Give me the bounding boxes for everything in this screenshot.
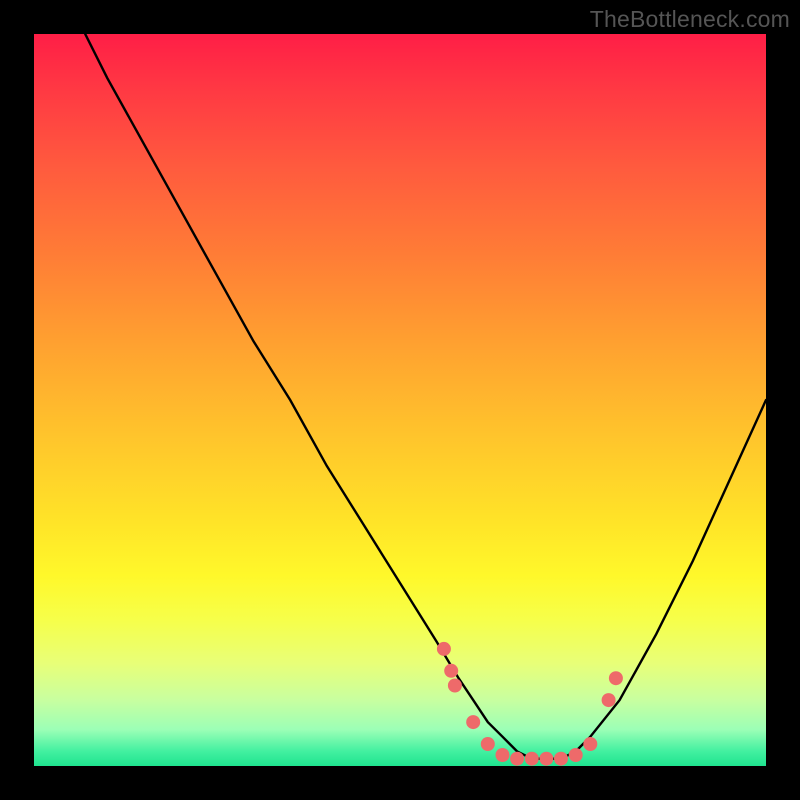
highlight-dot xyxy=(466,715,480,729)
highlight-dot xyxy=(481,737,495,751)
highlight-dot xyxy=(539,752,553,766)
highlight-dot xyxy=(583,737,597,751)
optimal-region-dots xyxy=(437,642,623,766)
highlight-dot xyxy=(609,671,623,685)
highlight-dot xyxy=(602,693,616,707)
chart-frame: TheBottleneck.com xyxy=(0,0,800,800)
highlight-dot xyxy=(444,664,458,678)
highlight-dot xyxy=(554,752,568,766)
highlight-dot xyxy=(569,748,583,762)
bottleneck-curve xyxy=(85,34,766,759)
bottleneck-curve-svg xyxy=(34,34,766,766)
highlight-dot xyxy=(448,679,462,693)
plot-area xyxy=(34,34,766,766)
highlight-dot xyxy=(510,752,524,766)
highlight-dot xyxy=(525,752,539,766)
highlight-dot xyxy=(437,642,451,656)
watermark-text: TheBottleneck.com xyxy=(590,6,790,33)
highlight-dot xyxy=(496,748,510,762)
